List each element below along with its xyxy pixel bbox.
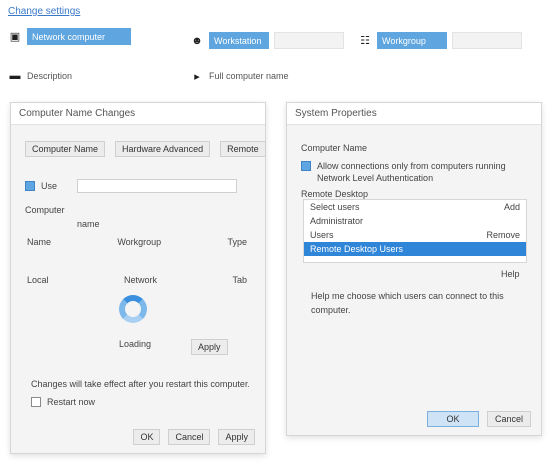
left-dialog-titlebar: Computer Name Changes (11, 103, 265, 125)
nla-checkbox-text2: Network Level Authentication (317, 173, 434, 183)
right-cancel-button[interactable]: Cancel (487, 411, 531, 427)
group-icon: ☷ (360, 35, 370, 47)
info-label: Computer (25, 205, 65, 215)
row-name: Local (27, 275, 49, 285)
users-description: Help me choose which users can connect t… (311, 291, 523, 315)
nla-checkbox-text: Allow connections only from computers ru… (317, 161, 506, 171)
user-icon: ☻ (191, 34, 203, 47)
row-type: Tab (232, 275, 247, 285)
list-item[interactable]: Administrator (304, 214, 526, 228)
left-dialog-tabs: Computer Name Hardware Advanced Remote (25, 141, 266, 157)
left-cancel-button[interactable]: Cancel (168, 429, 211, 445)
left-table-header: Name Workgroup Type (23, 237, 251, 247)
computer-name-dialog: Computer Name Changes Computer Name Hard… (10, 102, 266, 454)
list-header-label: Select users (310, 202, 360, 212)
left-dialog-input[interactable] (77, 179, 238, 193)
description-label: Description (27, 71, 73, 81)
restart-label: Restart now (47, 397, 96, 407)
restart-checkbox[interactable] (31, 397, 41, 407)
col-type-header: Type (227, 237, 247, 247)
full-name-label: Full computer name (209, 71, 289, 81)
users-list[interactable]: Select users Add Administrator Users Rem… (303, 199, 527, 263)
use-checkbox-row[interactable]: Use (25, 179, 238, 193)
right-dialog-title: System Properties (295, 108, 377, 119)
footer-note-block: Changes will take effect after you resta… (31, 379, 249, 407)
desc-line-1: Help me choose which users can connect t… (311, 291, 504, 301)
full-name-row: ▸ Full computer name (190, 68, 289, 84)
nla-checkbox-row[interactable]: Allow connections only from computers ru… (301, 161, 506, 183)
tile-workgroup[interactable]: ☷ Workgroup (358, 32, 522, 49)
list-item[interactable]: Users Remove (304, 228, 526, 242)
list-item-right: Remove (486, 230, 520, 240)
row-workgroup: Network (123, 275, 157, 285)
domain-field[interactable]: Workstation (209, 32, 269, 49)
description-row: ▬ Description (8, 68, 73, 84)
left-table: Name Workgroup Type Local Network Tab (23, 237, 251, 285)
tab-hardware-advanced[interactable]: Hardware Advanced (115, 141, 211, 157)
left-apply-button[interactable]: Apply (218, 429, 255, 445)
list-item-selected[interactable]: Remote Desktop Users (304, 242, 526, 256)
right-ok-button[interactable]: OK (427, 411, 479, 427)
change-settings-link[interactable]: Change settings (8, 6, 80, 17)
info-value: name (77, 219, 100, 229)
system-properties-dialog: System Properties Computer Name Allow co… (286, 102, 542, 436)
left-dialog-buttons: OK Cancel Apply (133, 429, 255, 445)
left-ok-button[interactable]: OK (133, 429, 161, 445)
remote-desktop-label: Remote Desktop (301, 189, 369, 199)
computer-icon: ▣ (9, 31, 21, 43)
info-icon: ▬ (9, 70, 21, 82)
tile-computer-name[interactable]: ▣ Network computer (8, 28, 131, 45)
use-checkbox-label: Use (41, 181, 58, 191)
left-dialog-title: Computer Name Changes (19, 108, 136, 119)
info-block: Computer name (25, 205, 100, 229)
use-checkbox[interactable] (25, 181, 35, 191)
list-item-label: Users (310, 230, 334, 240)
tile-domain[interactable]: ☻ Workstation (190, 32, 344, 49)
workgroup-secondary-field[interactable] (452, 32, 522, 49)
footer-note: Changes will take effect after you resta… (31, 379, 249, 389)
list-item-label: Remote Desktop Users (310, 244, 404, 254)
computer-name-field[interactable]: Network computer (27, 28, 131, 45)
loading-label: Loading (119, 339, 152, 349)
right-dialog-subtitle: Computer Name (301, 143, 368, 153)
users-list-header: Select users Add (304, 200, 526, 214)
list-header-right: Add (503, 202, 520, 212)
desc-line-2: computer. (311, 305, 351, 315)
right-dialog-titlebar: System Properties (287, 103, 541, 125)
left-apply-inline-button[interactable]: Apply (191, 339, 228, 355)
list-item-label: Administrator (310, 216, 364, 226)
domain-secondary-field[interactable] (274, 32, 344, 49)
col-workgroup-header: Workgroup (117, 237, 162, 247)
status-icon: ▸ (194, 70, 200, 83)
tab-computer-name[interactable]: Computer Name (25, 141, 106, 157)
table-row[interactable]: Local Network Tab (23, 275, 251, 285)
loading-spinner-icon (119, 295, 147, 323)
list-help-label[interactable]: Help (501, 269, 520, 279)
tab-remote[interactable]: Remote (220, 141, 266, 157)
workgroup-field[interactable]: Workgroup (377, 32, 447, 49)
right-dialog-buttons: OK Cancel (427, 411, 531, 427)
col-name-header: Name (27, 237, 52, 247)
nla-checkbox[interactable] (301, 161, 311, 171)
